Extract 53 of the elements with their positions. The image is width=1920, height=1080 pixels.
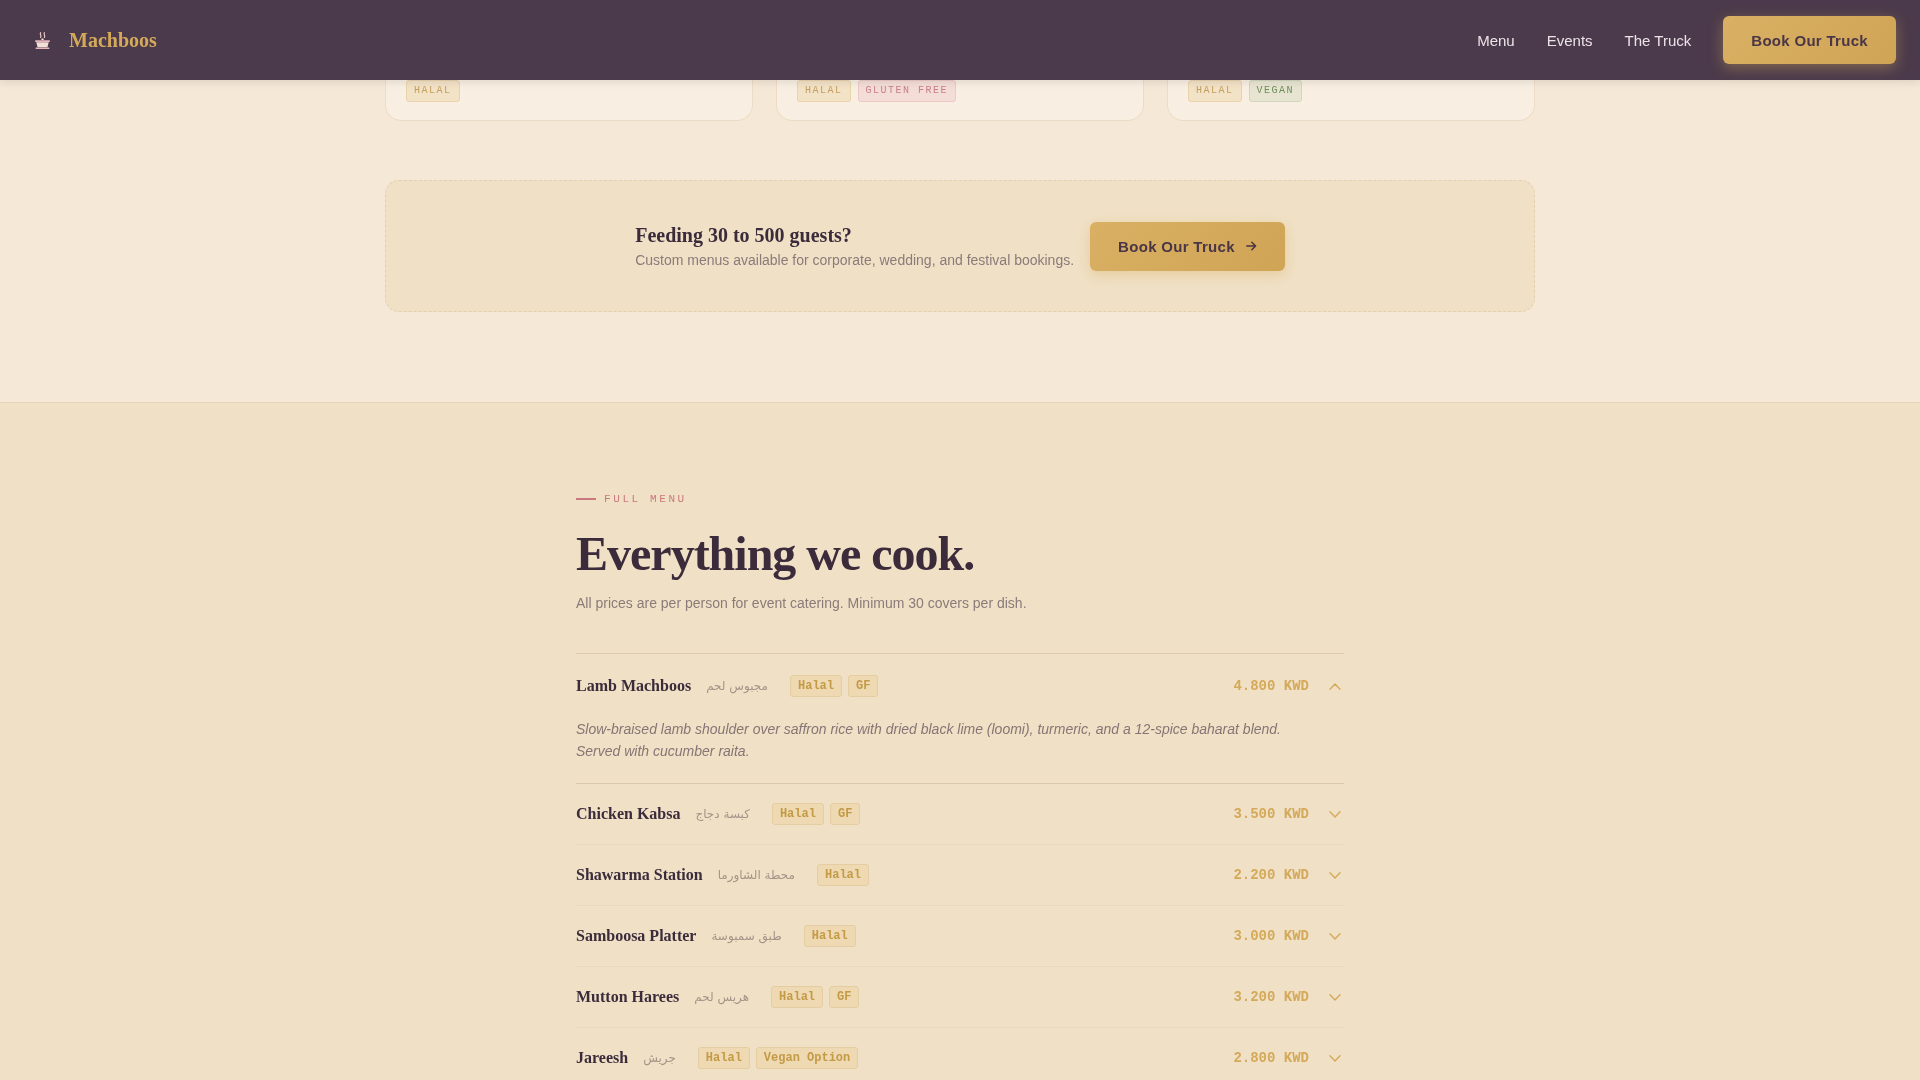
- dish-name[interactable]: Chicken Kabsa: [576, 805, 681, 823]
- arrow-right-icon: [1245, 241, 1257, 251]
- chevron-up-icon[interactable]: [1329, 682, 1341, 690]
- dietary-tag: HALAL: [1188, 80, 1242, 102]
- dish-name[interactable]: Shawarma Station: [576, 866, 703, 884]
- chevron-down-icon[interactable]: [1329, 871, 1341, 879]
- dietary-tag: GF: [829, 986, 860, 1008]
- dietary-tag: Halal: [771, 803, 824, 825]
- dietary-tag: GF: [848, 675, 879, 697]
- banner-text: Custom menus available for corporate, wedding, and festival bookings.: [635, 251, 1075, 269]
- chevron-down-icon[interactable]: [1329, 810, 1341, 818]
- chevron-down-icon[interactable]: [1329, 993, 1341, 1001]
- dish-price: 3.200 KWD: [1233, 989, 1309, 1005]
- arabic-dish-name: هريس لحم: [694, 990, 750, 1004]
- dietary-tag: Halal: [697, 1047, 750, 1069]
- dish-name[interactable]: Jareesh: [576, 1049, 629, 1067]
- dish-price: 2.800 KWD: [1233, 1050, 1309, 1066]
- dish-description: Slow-braised lamb shoulder over saffron rice with dried black lime (loomi), turmeric, and a 12-spice baharat blend. Served with cucumber raita.: [576, 720, 1282, 761]
- dietary-tag: Vegan Option: [755, 1047, 859, 1069]
- dietary-tag: HALAL: [797, 80, 851, 102]
- dish-price: 3.500 KWD: [1233, 806, 1309, 822]
- dish-name[interactable]: Samboosa Platter: [576, 927, 697, 945]
- dietary-tag: Halal: [790, 675, 842, 697]
- nav-link[interactable]: Menu: [1477, 31, 1515, 49]
- chevron-down-icon[interactable]: [1329, 1054, 1341, 1062]
- section-subtitle: All prices are per person for event catering. Minimum 30 covers per dish.: [576, 594, 1028, 613]
- dish-name[interactable]: Lamb Machboos: [576, 677, 692, 695]
- dietary-tag: GLUTEN FREE: [857, 80, 957, 102]
- dietary-tag: Halal: [803, 925, 856, 947]
- dietary-tag: GF: [829, 803, 861, 825]
- arabic-dish-name: محطة الشاورما: [717, 868, 795, 882]
- dietary-tag: Halal: [771, 986, 824, 1008]
- dietary-tag: HALAL: [406, 80, 460, 102]
- dish-price: 3.000 KWD: [1233, 928, 1309, 944]
- book-truck-button[interactable]: Book Our Truck: [1723, 16, 1896, 64]
- section-eyebrow: FULL MENU: [604, 492, 687, 506]
- arabic-dish-name: كبسة دجاج: [695, 807, 750, 821]
- book-truck-button[interactable]: Book Our Truck: [1090, 221, 1285, 271]
- brand-name[interactable]: Machboos: [69, 28, 157, 52]
- arabic-dish-name: طبق سمبوسة: [711, 929, 782, 943]
- steaming-pot-icon: [34, 30, 51, 50]
- nav-link[interactable]: Events: [1546, 31, 1593, 49]
- dish-name[interactable]: Mutton Harees: [576, 988, 680, 1006]
- section-title: Everything we cook.: [576, 526, 976, 582]
- arabic-dish-name: جريش: [643, 1051, 676, 1065]
- dietary-tag: Halal: [817, 864, 869, 886]
- dish-price: 2.200 KWD: [1233, 867, 1309, 883]
- chevron-down-icon[interactable]: [1329, 932, 1341, 940]
- banner-title: Feeding 30 to 500 guests?: [635, 223, 853, 247]
- dietary-tag: VEGAN: [1248, 80, 1303, 102]
- arabic-dish-name: مجبوس لحم: [706, 679, 768, 693]
- dish-price: 4.800 KWD: [1233, 678, 1309, 694]
- nav-link[interactable]: The Truck: [1624, 31, 1692, 49]
